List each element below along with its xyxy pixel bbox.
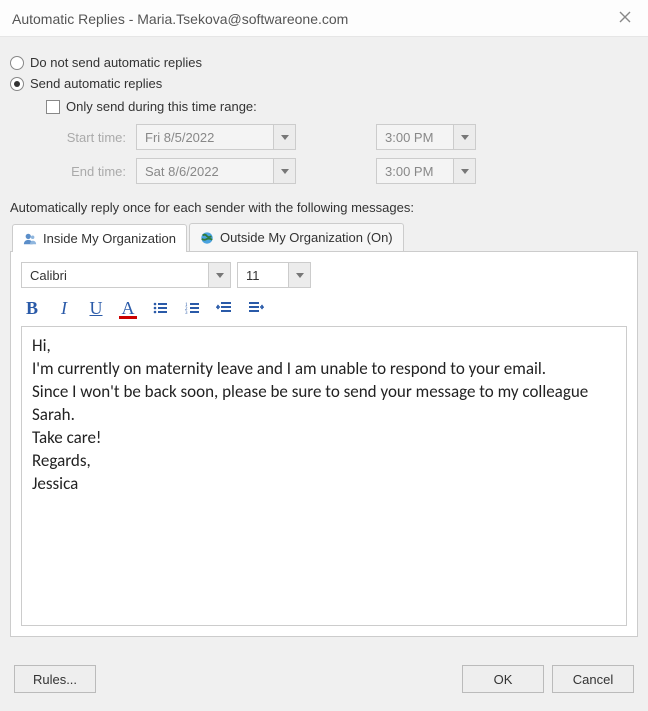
- rules-button[interactable]: Rules...: [14, 665, 96, 693]
- dropdown-value: 11: [238, 268, 288, 283]
- format-toolbar: B I U A 123: [23, 298, 627, 318]
- ok-button[interactable]: OK: [462, 665, 544, 693]
- end-time-dropdown[interactable]: 3:00 PM: [376, 158, 476, 184]
- chevron-down-icon: [288, 263, 310, 287]
- end-date-dropdown[interactable]: Sat 8/6/2022: [136, 158, 296, 184]
- start-time-dropdown[interactable]: 3:00 PM: [376, 124, 476, 150]
- chevron-down-icon: [273, 159, 295, 183]
- numbered-list-button[interactable]: 123: [183, 298, 201, 318]
- font-row: Calibri 11: [21, 262, 627, 288]
- outdent-button[interactable]: [215, 298, 233, 318]
- radio-icon: [10, 56, 24, 70]
- chevron-down-icon: [453, 159, 475, 183]
- reply-message-input[interactable]: Hi, I'm currently on maternity leave and…: [21, 326, 627, 626]
- bold-button[interactable]: B: [23, 298, 41, 318]
- titlebar: Automatic Replies - Maria.Tsekova@softwa…: [0, 0, 648, 37]
- people-icon: [23, 232, 37, 246]
- dropdown-value: 3:00 PM: [377, 164, 453, 179]
- dialog-content: Do not send automatic replies Send autom…: [0, 37, 648, 647]
- cancel-button[interactable]: Cancel: [552, 665, 634, 693]
- font-name-dropdown[interactable]: Calibri: [21, 262, 231, 288]
- checkbox-icon: [46, 100, 60, 114]
- italic-button[interactable]: I: [55, 298, 73, 318]
- radio-label: Do not send automatic replies: [30, 55, 202, 70]
- chevron-down-icon: [273, 125, 295, 149]
- indent-button[interactable]: [247, 298, 265, 318]
- radio-icon: [10, 77, 24, 91]
- dropdown-value: Sat 8/6/2022: [137, 164, 273, 179]
- chevron-down-icon: [453, 125, 475, 149]
- chevron-down-icon: [208, 263, 230, 287]
- reply-section-label: Automatically reply once for each sender…: [10, 200, 638, 215]
- start-time-label: Start time:: [46, 130, 136, 145]
- radio-do-not-send[interactable]: Do not send automatic replies: [10, 55, 638, 70]
- dropdown-value: Calibri: [22, 268, 208, 283]
- tab-outside-org[interactable]: Outside My Organization (On): [189, 223, 404, 251]
- close-icon[interactable]: [614, 8, 636, 30]
- radio-label: Send automatic replies: [30, 76, 162, 91]
- bullet-list-button[interactable]: [151, 298, 169, 318]
- dialog-footer: Rules... OK Cancel: [0, 647, 648, 711]
- tab-label: Outside My Organization (On): [220, 230, 393, 245]
- tabs: Inside My Organization Outside My Organi…: [12, 223, 638, 251]
- font-size-dropdown[interactable]: 11: [237, 262, 311, 288]
- start-date-dropdown[interactable]: Fri 8/5/2022: [136, 124, 296, 150]
- end-time-label: End time:: [46, 164, 136, 179]
- font-color-button[interactable]: A: [119, 298, 137, 318]
- window-title: Automatic Replies - Maria.Tsekova@softwa…: [12, 11, 348, 27]
- tab-label: Inside My Organization: [43, 231, 176, 246]
- time-range-grid: Start time: Fri 8/5/2022 3:00 PM End tim…: [46, 124, 638, 184]
- underline-button[interactable]: U: [87, 298, 105, 318]
- svg-text:3: 3: [185, 311, 188, 316]
- editor-panel: Calibri 11 B I U A 123: [10, 251, 638, 637]
- tab-inside-org[interactable]: Inside My Organization: [12, 224, 187, 252]
- dropdown-value: 3:00 PM: [377, 130, 453, 145]
- dropdown-value: Fri 8/5/2022: [137, 130, 273, 145]
- checkbox-label: Only send during this time range:: [66, 99, 257, 114]
- radio-send[interactable]: Send automatic replies: [10, 76, 638, 91]
- globe-icon: [200, 231, 214, 245]
- checkbox-time-range[interactable]: Only send during this time range:: [46, 99, 638, 114]
